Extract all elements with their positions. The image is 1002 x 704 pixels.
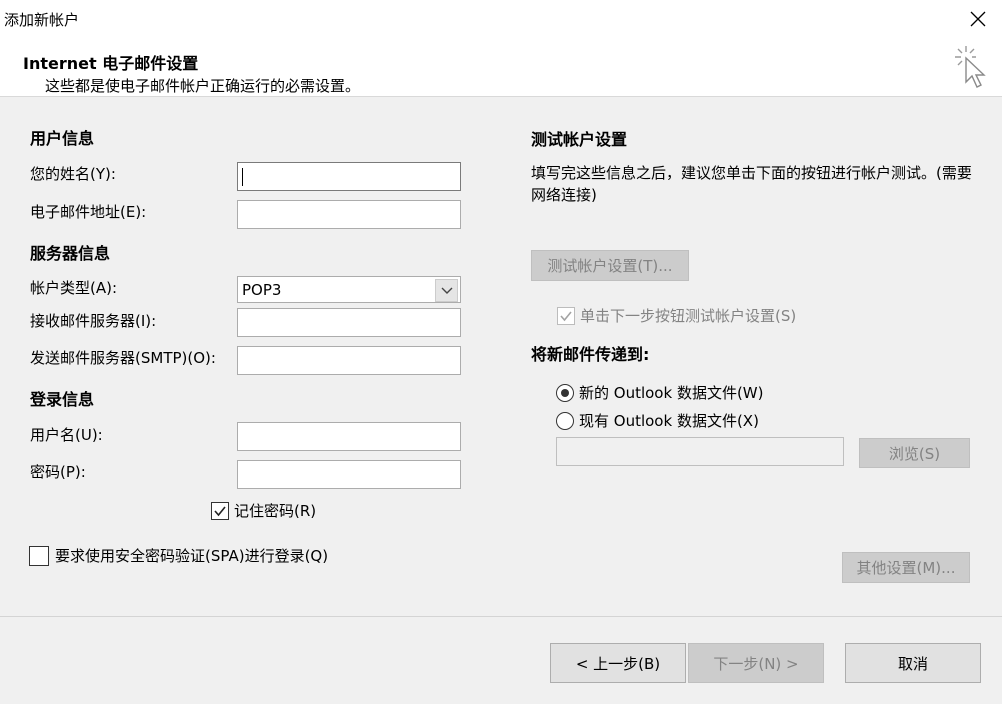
remember-password-option[interactable]: 记住密码(R) — [211, 500, 316, 521]
section-test-settings: 测试帐户设置 — [531, 130, 628, 149]
back-button[interactable]: < 上一步(B) — [550, 643, 686, 683]
auto-test-label: 单击下一步按钮测试帐户设置(S) — [580, 307, 797, 325]
account-type-value: POP3 — [242, 280, 282, 299]
test-description: 填写完这些信息之后，建议您单击下面的按钮进行帐户测试。(需要网络连接) — [531, 164, 972, 204]
spa-label: 要求使用安全密码验证(SPA)进行登录(Q) — [55, 547, 329, 565]
account-type-select[interactable]: POP3 — [237, 276, 461, 303]
radio-selected-dot — [561, 388, 569, 397]
remember-password-label: 记住密码(R) — [234, 502, 317, 520]
remember-password-checkbox[interactable] — [211, 501, 229, 520]
section-server-info: 服务器信息 — [30, 244, 111, 263]
outgoing-server-field[interactable] — [237, 346, 461, 375]
name-field[interactable] — [237, 162, 461, 191]
check-icon — [214, 505, 226, 516]
test-account-button[interactable]: 测试帐户设置(T)... — [531, 250, 689, 281]
title-bar: 添加新帐户 — [0, 0, 1002, 38]
new-data-file-label: 新的 Outlook 数据文件(W) — [579, 384, 764, 402]
dropdown-button[interactable] — [435, 279, 458, 302]
auto-test-option[interactable]: 单击下一步按钮测试帐户设置(S) — [557, 305, 796, 326]
password-label: 密码(P): — [30, 463, 86, 481]
name-label: 您的姓名(Y): — [30, 165, 116, 183]
section-user-info: 用户信息 — [30, 129, 95, 148]
header-title: Internet 电子邮件设置 — [23, 54, 199, 73]
close-icon — [970, 11, 986, 27]
click-cursor-icon — [955, 46, 986, 88]
existing-data-file-radio[interactable] — [556, 411, 574, 430]
window-title: 添加新帐户 — [4, 11, 80, 29]
close-button[interactable] — [956, 0, 1000, 38]
section-login-info: 登录信息 — [30, 390, 95, 409]
text-caret — [242, 168, 243, 186]
incoming-server-label: 接收邮件服务器(I): — [30, 312, 157, 330]
check-icon — [560, 310, 572, 321]
email-field[interactable] — [237, 200, 461, 229]
account-type-label: 帐户类型(A): — [30, 279, 118, 297]
spa-checkbox[interactable] — [29, 545, 49, 566]
next-button[interactable]: 下一步(N) > — [688, 643, 824, 683]
existing-data-file-label: 现有 Outlook 数据文件(X) — [579, 412, 759, 430]
auto-test-checkbox[interactable] — [557, 306, 575, 325]
chevron-down-icon — [441, 287, 452, 294]
more-settings-button[interactable]: 其他设置(M)... — [842, 552, 970, 583]
password-field[interactable] — [237, 460, 461, 489]
incoming-server-field[interactable] — [237, 308, 461, 337]
browse-button[interactable]: 浏览(S) — [859, 438, 970, 468]
new-data-file-radio[interactable] — [556, 383, 574, 402]
header-subtitle: 这些都是使电子邮件帐户正确运行的必需设置。 — [45, 77, 361, 95]
username-field[interactable] — [237, 422, 461, 451]
outgoing-server-label: 发送邮件服务器(SMTP)(O): — [30, 349, 216, 367]
data-file-path-field[interactable] — [556, 437, 844, 466]
new-data-file-option[interactable]: 新的 Outlook 数据文件(W) — [556, 382, 763, 403]
existing-data-file-option[interactable]: 现有 Outlook 数据文件(X) — [556, 410, 759, 431]
email-label: 电子邮件地址(E): — [30, 203, 147, 221]
cancel-button[interactable]: 取消 — [845, 643, 981, 683]
section-deliver: 将新邮件传递到: — [531, 345, 650, 364]
username-label: 用户名(U): — [30, 426, 103, 444]
spa-option[interactable]: 要求使用安全密码验证(SPA)进行登录(Q) — [29, 545, 328, 566]
dialog-header: Internet 电子邮件设置 这些都是使电子邮件帐户正确运行的必需设置。 — [0, 38, 1002, 97]
